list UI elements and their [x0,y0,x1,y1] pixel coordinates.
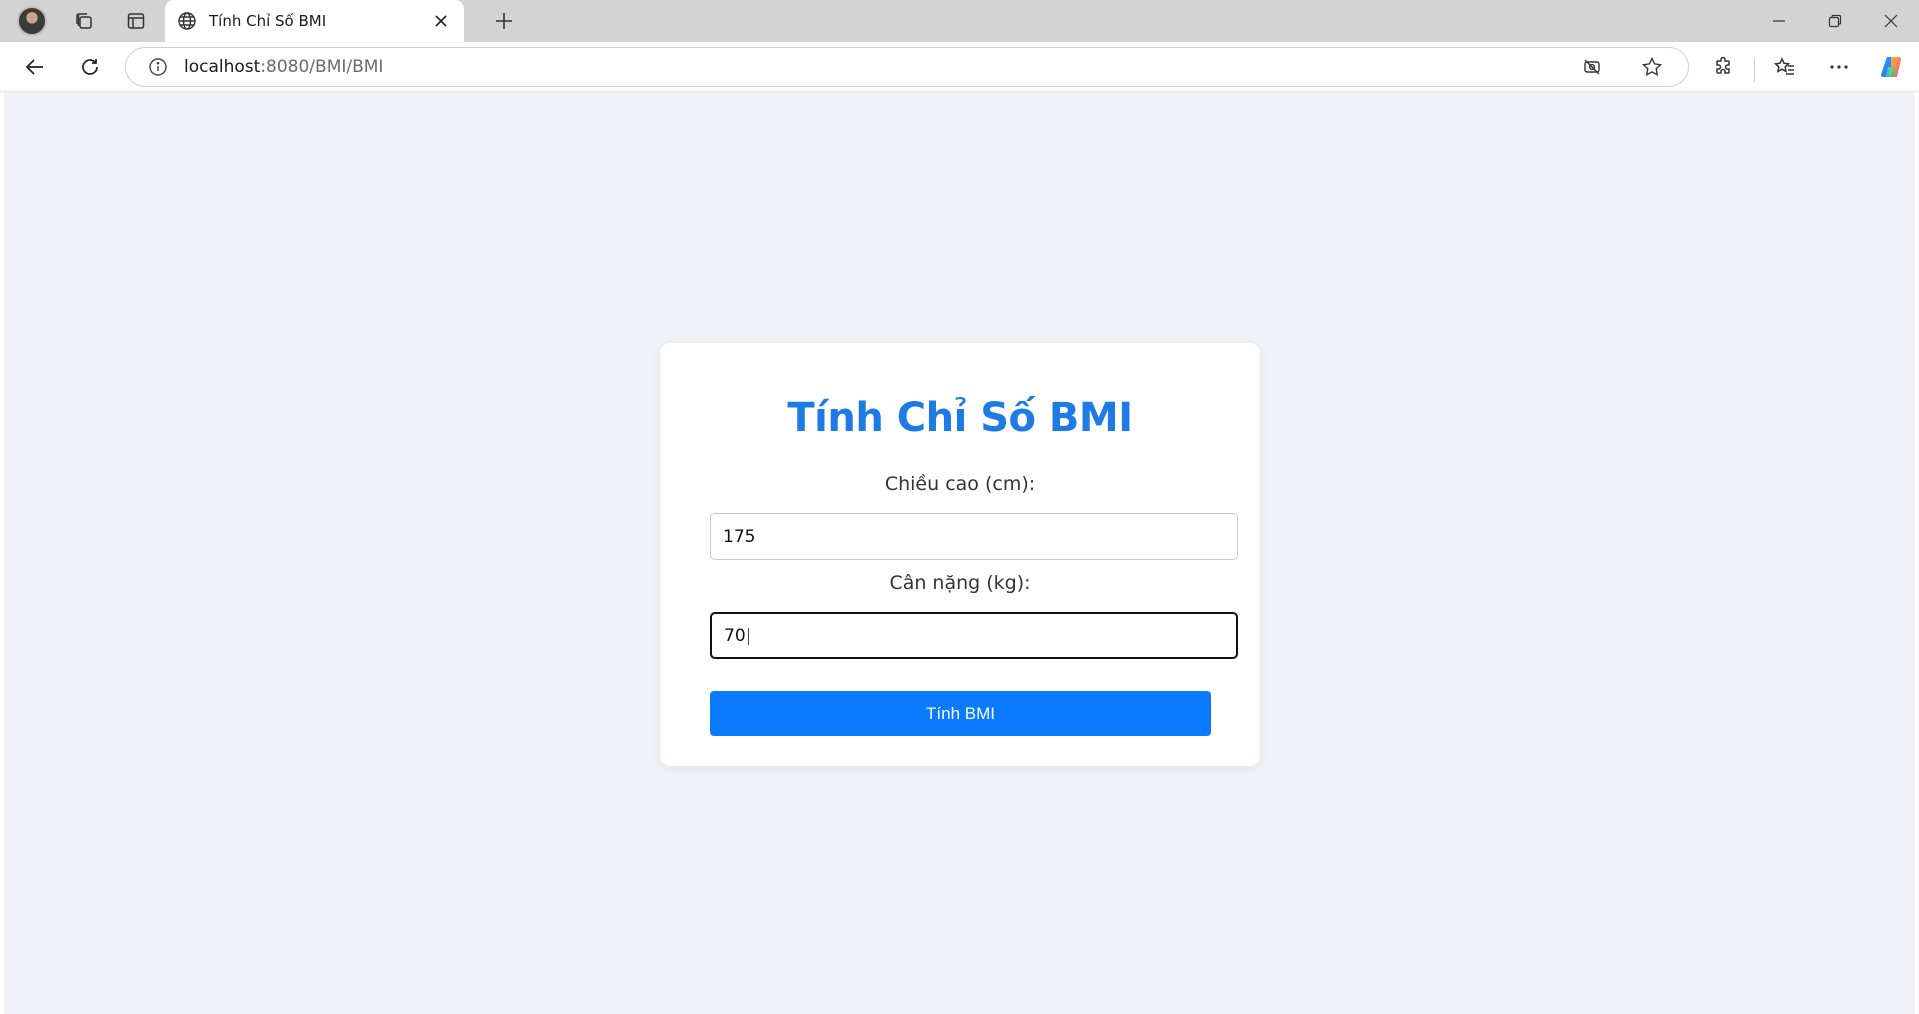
copilot-icon [1880,56,1902,78]
favorites-icon [1774,57,1794,75]
page-content: Tính Chỉ Số BMI Chiều cao (cm): 175 Cân … [4,92,1915,1014]
close-icon [435,15,447,27]
tab-actions-icon [127,13,145,29]
close-icon [1884,14,1898,28]
tab-close-button[interactable] [428,8,454,34]
minimize-button[interactable] [1751,0,1807,42]
globe-icon [173,7,201,35]
address-actions [1570,47,1674,87]
restore-icon [1828,14,1842,28]
eye-off-icon [1584,59,1600,75]
arrow-left-icon [25,59,43,75]
avatar [17,6,47,36]
height-label: Chiều cao (cm): [884,473,1036,495]
active-tab[interactable]: Tính Chỉ Số BMI [165,0,464,42]
close-window-button[interactable] [1863,0,1919,42]
star-icon [1641,56,1663,76]
reload-button[interactable] [68,47,112,87]
vertical-tabs-button[interactable] [114,3,158,39]
info-icon[interactable] [138,57,178,77]
copilot-button[interactable] [1870,47,1914,87]
minimize-icon [1773,20,1785,22]
address-bar[interactable]: localhost:8080/BMI/BMI [125,47,1689,87]
window-controls [1751,0,1919,42]
url-text[interactable]: localhost:8080/BMI/BMI [184,57,1570,77]
tracking-prevention-button[interactable] [1570,47,1614,87]
bmi-form-card: Tính Chỉ Số BMI Chiều cao (cm): 175 Cân … [660,343,1260,766]
height-input[interactable]: 175 [710,513,1238,560]
page-title: Tính Chỉ Số BMI [787,395,1133,441]
url-path: :8080/BMI/BMI [260,57,384,77]
workspaces-button[interactable] [62,3,106,39]
height-value: 175 [723,526,756,547]
restore-button[interactable] [1807,0,1863,42]
add-favorite-button[interactable] [1630,47,1674,87]
extensions-button[interactable] [1701,47,1745,87]
tab-title: Tính Chỉ Số BMI [209,12,327,30]
toolbar-divider [1754,58,1755,82]
back-button[interactable] [13,47,57,87]
new-tab-button[interactable] [482,3,526,39]
tab-strip: Tính Chỉ Số BMI [0,0,1919,42]
calculate-bmi-button[interactable]: Tính BMI [710,691,1211,736]
browser-toolbar: localhost:8080/BMI/BMI [0,42,1919,92]
weight-value: 70 [724,626,751,646]
weight-input[interactable]: 70 [710,612,1238,659]
workspaces-icon [76,13,92,29]
favorites-button[interactable] [1763,47,1807,87]
reload-icon [82,59,98,75]
plus-icon [496,13,512,29]
more-button[interactable] [1817,47,1861,87]
weight-label: Cân nặng (kg): [889,572,1031,594]
profile-button[interactable] [10,3,54,39]
puzzle-icon [1716,56,1730,74]
more-horizontal-icon [1830,65,1848,69]
url-host: localhost [184,57,261,77]
